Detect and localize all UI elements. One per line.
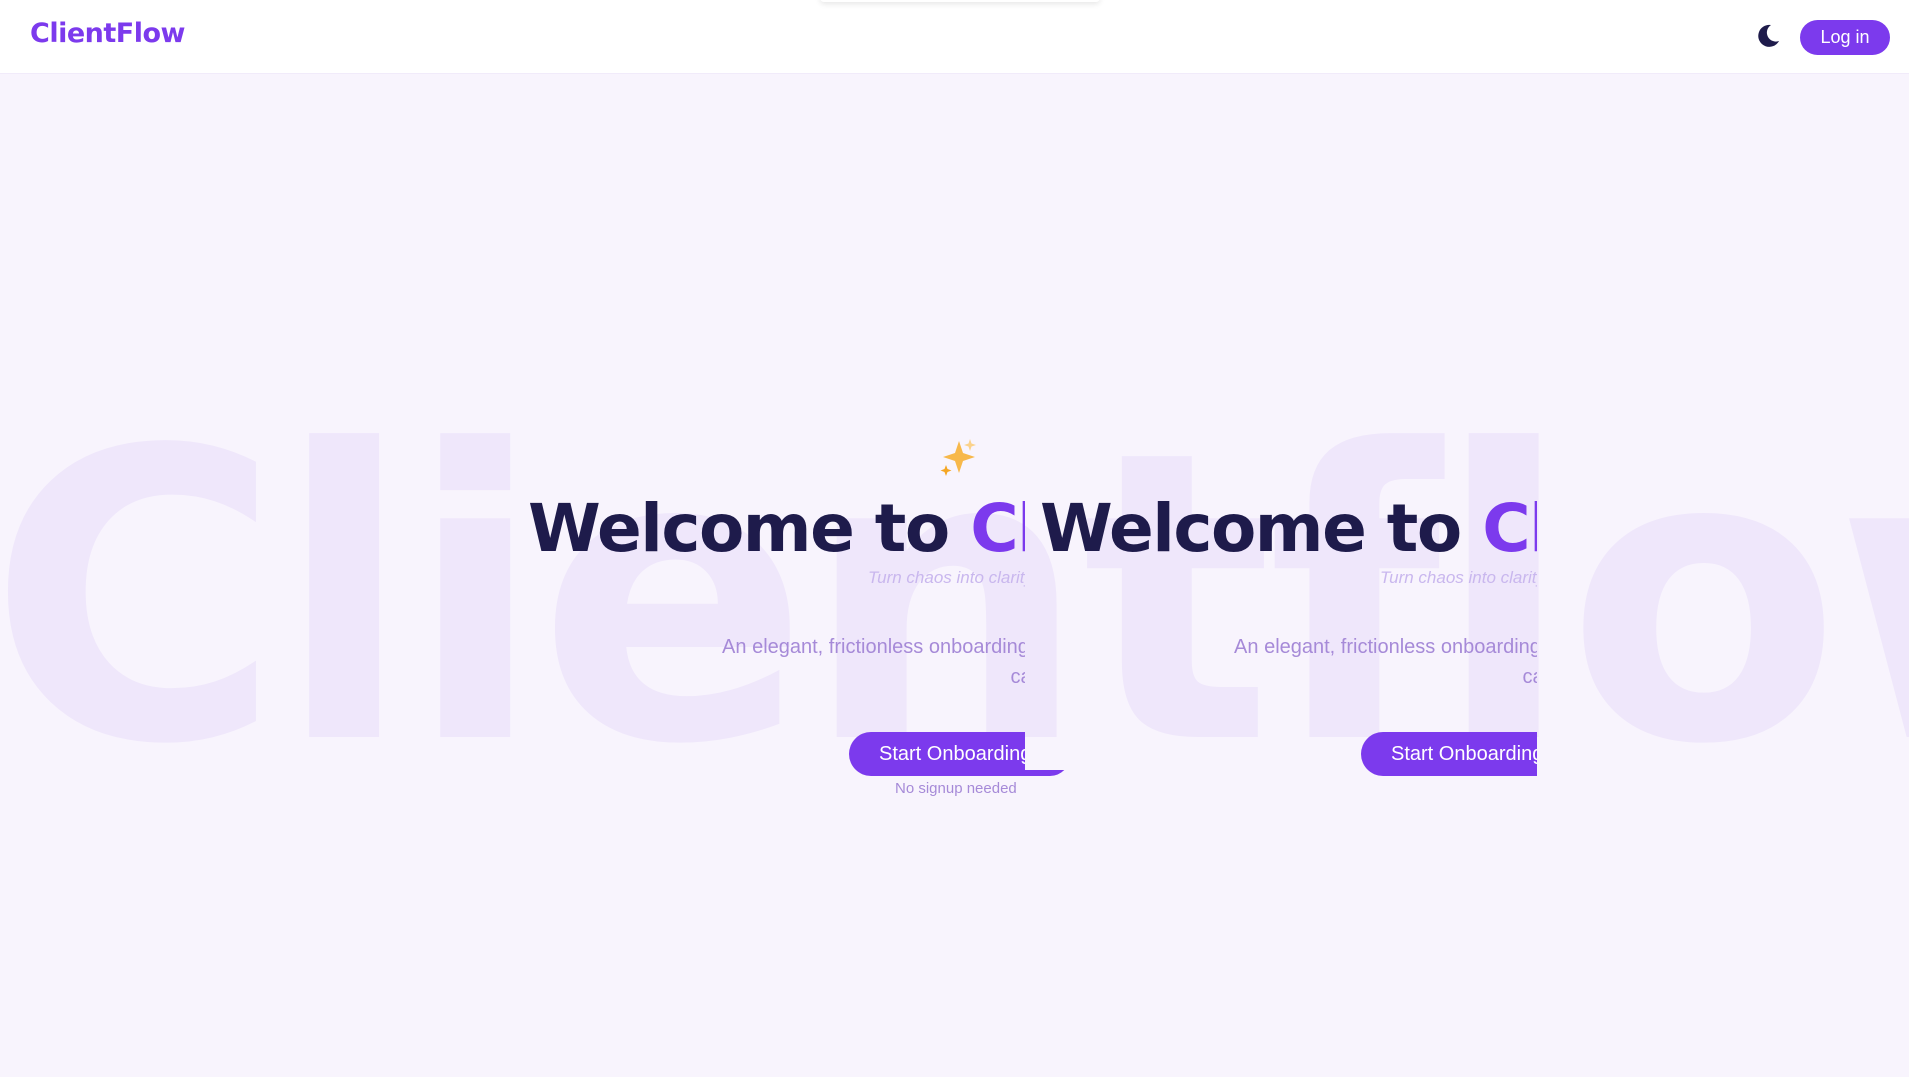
hero-description: An elegant, frictionless onboarding expe… <box>1234 636 1537 688</box>
start-onboarding-button[interactable]: Start Onboarding <box>1361 732 1537 776</box>
headline-brand: ClientFlow <box>1482 490 1537 567</box>
hero-headline: Welcome to ClientFlow <box>1040 480 1537 578</box>
hero-description: An elegant, frictionless onboarding expe… <box>722 636 1025 688</box>
hero-headline: Welcome to ClientFlow <box>528 480 1025 578</box>
hero-panel-left: Welcome to ClientFlow Turn chaos into cl… <box>520 480 1025 820</box>
login-button[interactable]: Log in <box>1800 20 1890 55</box>
headline-brand: ClientFlow <box>970 490 1025 567</box>
no-signup-note: No signup needed <box>895 780 1017 797</box>
hero-tagline: Turn chaos into clarity <box>1380 568 1537 587</box>
sparkles-icon <box>937 437 979 479</box>
headline-prefix: Welcome to <box>528 490 971 567</box>
top-navigation-bar: ClientFlow Log in <box>0 0 1909 74</box>
start-onboarding-button[interactable]: Start Onboarding <box>849 732 1025 776</box>
hero-panel-right: Welcome to ClientFlow Turn chaos into cl… <box>1032 480 1537 820</box>
logo[interactable]: ClientFlow <box>30 18 185 49</box>
headline-prefix: Welcome to <box>1040 490 1483 567</box>
moon-icon[interactable] <box>1754 22 1782 50</box>
browser-sheen <box>820 0 1100 2</box>
hero-tagline: Turn chaos into clarity <box>868 568 1025 587</box>
